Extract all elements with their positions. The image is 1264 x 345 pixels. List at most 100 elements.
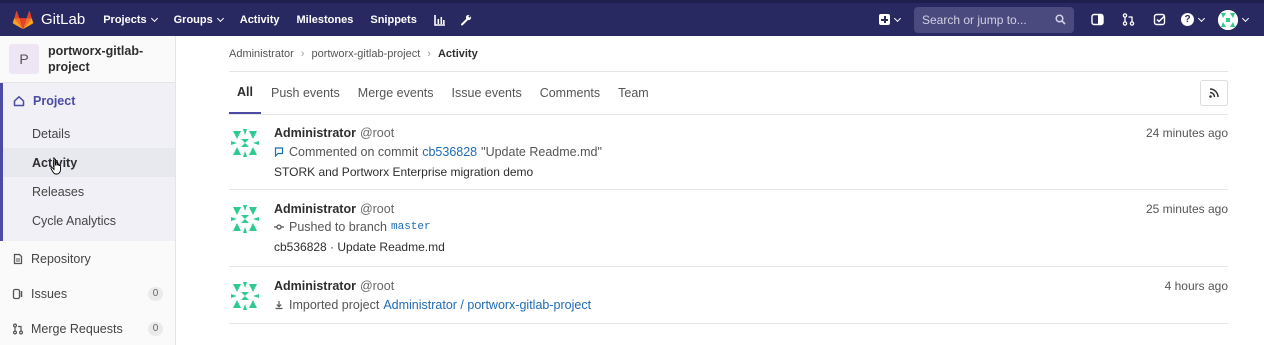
sidebar-item-repository[interactable]: Repository xyxy=(0,241,175,276)
hand-cursor-icon xyxy=(50,158,61,175)
issues-icon xyxy=(12,288,23,299)
plus-icon xyxy=(879,14,890,25)
chevron-down-icon xyxy=(216,14,224,22)
tab-push-events[interactable]: Push events xyxy=(263,72,348,114)
sidebar-toggle-icon[interactable] xyxy=(1088,11,1106,29)
sidebar-item-label: Releases xyxy=(32,184,85,199)
nav-snippets-label: Snippets xyxy=(370,13,417,26)
gitlab-logo[interactable]: GitLab xyxy=(12,9,85,31)
search-input[interactable]: Search or jump to... xyxy=(914,6,1074,33)
event-time: 25 minutes ago xyxy=(1145,202,1228,216)
sidebar-item-details[interactable]: Details xyxy=(3,119,175,148)
tab-comments[interactable]: Comments xyxy=(532,72,608,114)
breadcrumb-separator-icon: › xyxy=(300,47,305,60)
chevron-down-icon xyxy=(1197,14,1206,22)
sidebar: P portworx-gitlab-project Project Detail… xyxy=(0,36,176,345)
help-menu[interactable]: ? xyxy=(1181,13,1206,26)
commit-icon xyxy=(274,224,284,230)
sidebar-item-cycle-analytics[interactable]: Cycle Analytics xyxy=(3,206,175,235)
sidebar-item-label: Repository xyxy=(31,251,91,266)
tab-all[interactable]: All xyxy=(229,72,261,114)
event-author-handle: @root xyxy=(359,279,395,293)
sidebar-item-merge-requests[interactable]: Merge Requests 0 xyxy=(0,311,175,345)
event-target-title: "Update Readme.md" xyxy=(481,145,602,159)
sidebar-item-issues[interactable]: Issues 0 xyxy=(0,276,175,311)
gitlab-fox-icon xyxy=(12,10,34,29)
event-detail: STORK and Portworx Enterprise migration … xyxy=(274,165,534,179)
avatar xyxy=(1218,9,1238,30)
event-author[interactable]: Administrator xyxy=(274,202,356,216)
nav-groups-label: Groups xyxy=(173,13,213,26)
nav-snippets[interactable]: Snippets xyxy=(370,14,416,26)
todo-icon[interactable] xyxy=(1150,11,1168,29)
sidebar-item-label: Details xyxy=(32,126,71,141)
project-avatar: P xyxy=(9,44,39,74)
project-link[interactable]: Administrator / portworx-gitlab-project xyxy=(383,298,591,312)
merge-requests-count-badge: 0 xyxy=(148,321,163,336)
event-action: Commented on commit xyxy=(289,145,419,159)
user-menu[interactable] xyxy=(1218,9,1250,30)
chart-icon[interactable] xyxy=(434,14,446,26)
sidebar-item-label: Issues xyxy=(31,286,68,301)
tab-issue-events[interactable]: Issue events xyxy=(444,72,530,114)
identicon-avatar xyxy=(231,129,259,157)
search-icon xyxy=(1055,14,1066,25)
nav-milestones-label: Milestones xyxy=(296,13,354,26)
event-item: Administrator @root 24 minutes ago Comme… xyxy=(229,115,1228,190)
activity-tabs: All Push events Merge events Issue event… xyxy=(229,72,1228,115)
nav-groups[interactable]: Groups xyxy=(173,13,224,26)
event-author-handle: @root xyxy=(359,202,395,216)
issues-count-badge: 0 xyxy=(148,286,163,301)
merge-request-icon xyxy=(13,323,23,335)
event-time: 4 hours ago xyxy=(1164,279,1228,293)
event-detail: cb536828 · Update Readme.md xyxy=(274,240,445,254)
event-action: Imported project xyxy=(289,298,380,312)
home-icon xyxy=(13,96,25,107)
breadcrumb-current[interactable]: Activity xyxy=(438,48,478,60)
new-item-button[interactable] xyxy=(879,14,902,25)
breadcrumb: Administrator › portworx-gitlab-project … xyxy=(229,36,1228,72)
commit-link[interactable]: cb536828 xyxy=(422,145,477,159)
event-author-handle: @root xyxy=(359,126,395,140)
identicon-avatar xyxy=(231,205,259,233)
sidebar-item-label: Merge Requests xyxy=(31,321,123,336)
breadcrumb-separator-icon: › xyxy=(427,47,431,60)
rss-feed-button[interactable] xyxy=(1200,80,1228,106)
project-name: portworx-gitlab-project xyxy=(48,44,144,74)
nav-projects[interactable]: Projects xyxy=(103,13,158,26)
event-author[interactable]: Administrator xyxy=(274,279,356,293)
nav-milestones[interactable]: Milestones xyxy=(297,14,354,26)
chevron-down-icon xyxy=(150,14,158,22)
top-navbar: GitLab Projects Groups Activity Mileston… xyxy=(0,0,1264,36)
event-author[interactable]: Administrator xyxy=(274,126,356,140)
chevron-down-icon xyxy=(1241,14,1250,22)
nav-projects-label: Projects xyxy=(103,13,147,26)
event-time: 24 minutes ago xyxy=(1145,126,1228,140)
tab-merge-events[interactable]: Merge events xyxy=(350,72,442,114)
sidebar-project-header[interactable]: P portworx-gitlab-project xyxy=(0,36,175,83)
gitlab-logo-text: GitLab xyxy=(41,11,86,28)
breadcrumb-item[interactable]: portworx-gitlab-project xyxy=(311,48,420,60)
sidebar-group-project: Project Details Activity Releases Cycle … xyxy=(0,83,175,241)
wrench-icon[interactable] xyxy=(460,14,472,26)
chevron-down-icon xyxy=(893,14,902,22)
branch-link[interactable]: master xyxy=(391,221,431,233)
sidebar-item-releases[interactable]: Releases xyxy=(3,177,175,206)
identicon-avatar xyxy=(231,282,259,310)
comment-icon xyxy=(274,147,284,157)
event-action: Pushed to branch xyxy=(289,220,387,234)
main-content: Administrator › portworx-gitlab-project … xyxy=(229,36,1228,324)
sidebar-item-project[interactable]: Project xyxy=(3,83,175,119)
tab-team[interactable]: Team xyxy=(610,72,657,114)
event-item: Administrator @root 25 minutes ago Pushe… xyxy=(229,190,1228,267)
nav-activity-label: Activity xyxy=(239,13,280,26)
nav-activity[interactable]: Activity xyxy=(240,14,280,26)
import-icon xyxy=(275,301,283,310)
merge-request-icon[interactable] xyxy=(1119,11,1137,29)
sidebar-item-label: Cycle Analytics xyxy=(32,213,117,228)
sidebar-item-project-label: Project xyxy=(33,94,76,108)
sidebar-item-activity[interactable]: Activity xyxy=(3,148,175,177)
breadcrumb-item[interactable]: Administrator xyxy=(229,48,294,60)
event-item: Administrator @root 4 hours ago Imported… xyxy=(229,267,1228,324)
search-placeholder: Search or jump to... xyxy=(922,12,1027,27)
